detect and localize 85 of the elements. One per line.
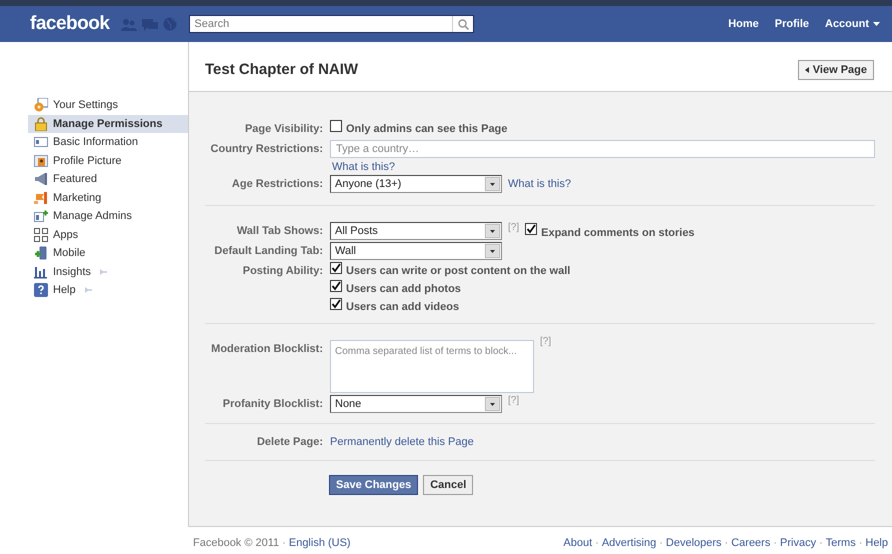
picture-icon — [34, 154, 48, 168]
sidebar-item[interactable]: Your Settings — [28, 96, 188, 114]
separator-dot: · — [858, 536, 862, 549]
checkbox-icon — [330, 120, 342, 132]
footer-link[interactable]: Help — [865, 536, 888, 549]
dropdown[interactable]: All Posts — [330, 222, 502, 240]
sidebar-item[interactable]: Manage Permissions — [28, 114, 188, 133]
help-icon — [34, 283, 48, 298]
footer-link[interactable]: Careers — [731, 536, 770, 549]
footer-link[interactable]: Privacy — [780, 536, 816, 549]
dropdown-arrow-icon — [485, 224, 500, 238]
field-label: Moderation Blocklist: — [210, 342, 323, 357]
what-is-this-link[interactable]: What is this? — [508, 178, 571, 190]
view-page-button[interactable]: View Page — [798, 60, 874, 80]
save-button[interactable]: Save Changes — [329, 475, 418, 495]
cancel-button[interactable]: Cancel — [423, 475, 474, 495]
people-icon[interactable] — [121, 18, 138, 30]
dropdown-arrow-icon — [485, 177, 500, 191]
sidebar-item[interactable]: Basic Information — [28, 133, 188, 152]
page-title: Test Chapter of NAIW — [205, 61, 358, 78]
caret-icon — [804, 66, 809, 72]
globe-icon[interactable] — [163, 17, 178, 31]
checkbox-icon — [330, 298, 342, 310]
people-plus-icon — [34, 209, 48, 224]
sidebar-item[interactable]: Marketing — [28, 188, 188, 207]
separator-dot: · — [659, 536, 663, 549]
bar-chart-icon — [34, 264, 48, 279]
grid-icon — [34, 228, 48, 242]
field-label: Wall Tab Shows: — [236, 224, 323, 239]
checkbox[interactable]: Only admins can see this Page — [330, 120, 875, 135]
id-card-icon — [34, 135, 48, 150]
facebook-logo[interactable]: facebook — [30, 13, 110, 35]
separator-dot: · — [724, 536, 728, 549]
separator-dot: · — [773, 536, 778, 549]
megaphone-icon — [34, 172, 48, 186]
field-label: Profanity Blocklist: — [222, 397, 323, 412]
footer-link[interactable]: Advertising — [602, 536, 656, 549]
account-menu[interactable]: Account — [819, 18, 886, 30]
field-label: Default Landing Tab: — [213, 244, 323, 259]
separator-dot: · — [595, 536, 599, 549]
what-is-this-link[interactable]: What is this? — [332, 161, 395, 173]
gear-icon — [34, 98, 48, 112]
sidebar-item[interactable]: Insights — [28, 262, 188, 281]
delete-page-link[interactable]: Permanently delete this Page — [330, 436, 474, 448]
dropdown[interactable]: Anyone (13+) — [330, 175, 502, 193]
copyright-text: Facebook © 2011 — [193, 536, 280, 549]
input-field[interactable]: Type a country… — [330, 140, 875, 158]
field-label: Country Restrictions: — [210, 142, 323, 157]
nav-link[interactable]: Home — [722, 18, 765, 30]
dropdown-arrow-icon — [485, 397, 500, 411]
padlock-icon — [34, 116, 48, 131]
footer-link[interactable]: English (US) — [288, 536, 351, 549]
field-label: Page Visibility: — [244, 122, 323, 137]
checkbox-icon — [330, 280, 342, 292]
field-label: Age Restrictions: — [230, 177, 323, 192]
nav-link[interactable]: Profile — [768, 18, 815, 30]
checkbox[interactable]: Users can add photos — [330, 280, 875, 295]
dropdown-arrow-icon — [485, 244, 500, 258]
search-field[interactable]: Search — [189, 15, 474, 33]
field-label: Posting Ability: — [242, 264, 323, 279]
footer-link[interactable]: Terms — [826, 536, 856, 549]
sidebar-item[interactable]: Mobile — [28, 244, 188, 262]
sidebar-item[interactable]: Help — [28, 281, 188, 300]
checkbox[interactable]: Users can write or post content on the wall — [330, 262, 875, 277]
phone-plus-icon — [34, 246, 48, 260]
dropdown[interactable]: None — [330, 395, 502, 413]
separator-dot: · — [282, 536, 286, 549]
dropdown[interactable]: Wall — [330, 242, 502, 260]
checkbox[interactable]: Expand comments on stories — [525, 224, 695, 238]
checkbox[interactable]: Users can add videos — [330, 298, 875, 313]
sidebar-item[interactable]: Apps — [28, 226, 188, 244]
checkbox-icon — [525, 223, 538, 235]
caret-icon — [873, 22, 880, 26]
chat-icon[interactable] — [142, 18, 158, 30]
separator-dot: · — [819, 536, 823, 549]
footer-link[interactable]: Developers — [666, 536, 722, 549]
flag-icon — [34, 190, 48, 205]
field-label: Delete Page: — [256, 435, 323, 450]
text-area[interactable]: Comma separated list of terms to block... — [330, 340, 534, 393]
sidebar-item[interactable]: Featured — [28, 170, 188, 188]
sidebar-item[interactable]: Profile Picture — [28, 152, 188, 170]
footer-link[interactable]: About — [563, 536, 592, 549]
checkbox-icon — [330, 262, 342, 274]
search-icon[interactable] — [458, 19, 470, 30]
sidebar-item[interactable]: Manage Admins — [28, 207, 188, 226]
